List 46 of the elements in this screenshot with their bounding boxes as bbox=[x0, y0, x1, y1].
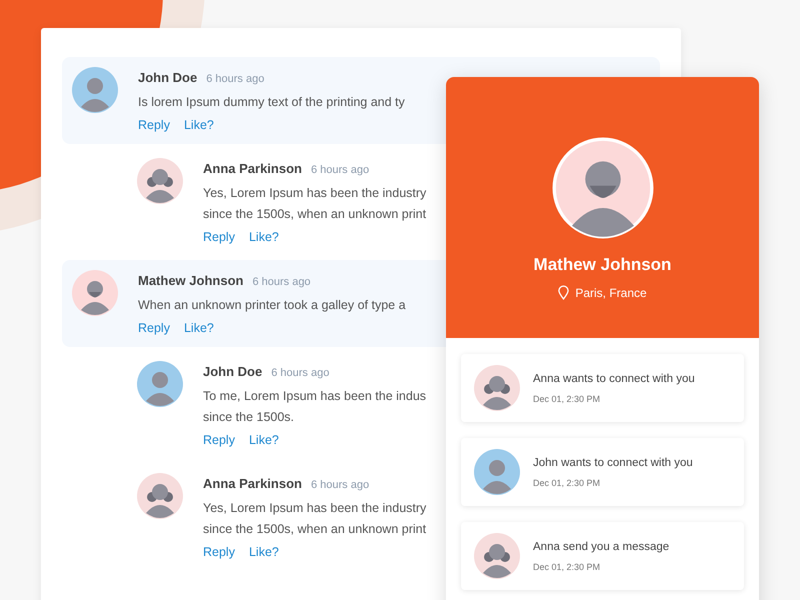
profile-location: Paris, France bbox=[575, 286, 647, 300]
action-link[interactable]: Reply bbox=[203, 545, 235, 559]
timestamp: 6 hours ago bbox=[310, 164, 370, 176]
author-name: John Doe bbox=[203, 364, 262, 379]
action-link[interactable]: Like? bbox=[248, 545, 279, 559]
timestamp: 6 hours ago bbox=[206, 73, 264, 85]
author-name: Mathew Johnson bbox=[138, 273, 244, 288]
profile-name: Mathew Johnson bbox=[534, 255, 672, 275]
comment-text: Yes, Lorem Ipsum has been the industry since the 1500s, when an unknown print bbox=[203, 500, 426, 538]
notification-text: Anna send you a message bbox=[533, 540, 670, 552]
timestamp: 6 hours ago bbox=[310, 479, 370, 491]
notification-time: Dec 01, 2:30 PM bbox=[533, 394, 602, 404]
comment-text: Is lorem Ipsum dummy text of the printing and ty bbox=[138, 94, 405, 111]
avatar-silhouette-icon bbox=[137, 361, 183, 407]
notification-card[interactable]: Anna wants to connect with you Dec 01, 2:30 PM bbox=[461, 354, 744, 422]
avatar-silhouette-icon bbox=[72, 67, 118, 113]
avatar-silhouette-icon bbox=[552, 137, 654, 239]
author-name: Anna Parkinson bbox=[203, 161, 302, 176]
notification-card[interactable]: John wants to connect with you Dec 01, 2:30 PM bbox=[461, 438, 744, 506]
location-pin-icon bbox=[558, 285, 570, 300]
action-link[interactable]: Reply bbox=[203, 230, 235, 244]
comment-text: To me, Lorem Ipsum has been the indus since the 1500s. bbox=[203, 388, 426, 426]
author-name: Anna Parkinson bbox=[203, 476, 302, 491]
avatar-silhouette-icon bbox=[72, 270, 118, 316]
avatar-silhouette-icon bbox=[474, 365, 520, 411]
avatar-silhouette-icon bbox=[474, 533, 520, 579]
timestamp: 6 hours ago bbox=[252, 276, 311, 288]
notification-time: Dec 01, 2:30 PM bbox=[533, 562, 602, 572]
comment-text: When an unknown printer took a galley of type a bbox=[138, 297, 406, 314]
action-link[interactable]: Reply bbox=[138, 321, 170, 335]
avatar-silhouette-icon bbox=[137, 473, 183, 519]
notification-text: John wants to connect with you bbox=[533, 456, 693, 468]
timestamp: 6 hours ago bbox=[271, 367, 330, 379]
notification-card[interactable]: Anna send you a message Dec 01, 2:30 PM bbox=[461, 522, 744, 590]
author-name: John Doe bbox=[138, 70, 198, 85]
comment-text: Yes, Lorem Ipsum has been the industry since the 1500s, when an unknown print bbox=[203, 185, 426, 223]
action-link[interactable]: Like? bbox=[184, 118, 214, 132]
notification-text: Anna wants to connect with you bbox=[533, 372, 695, 384]
action-link[interactable]: Like? bbox=[248, 230, 279, 244]
action-link[interactable]: Like? bbox=[248, 433, 279, 447]
action-link[interactable]: Like? bbox=[184, 321, 214, 335]
action-link[interactable]: Reply bbox=[138, 118, 170, 132]
avatar-silhouette-icon bbox=[474, 449, 520, 495]
action-link[interactable]: Reply bbox=[203, 433, 235, 447]
avatar-silhouette-icon bbox=[137, 158, 183, 204]
notification-time: Dec 01, 2:30 PM bbox=[533, 478, 602, 488]
